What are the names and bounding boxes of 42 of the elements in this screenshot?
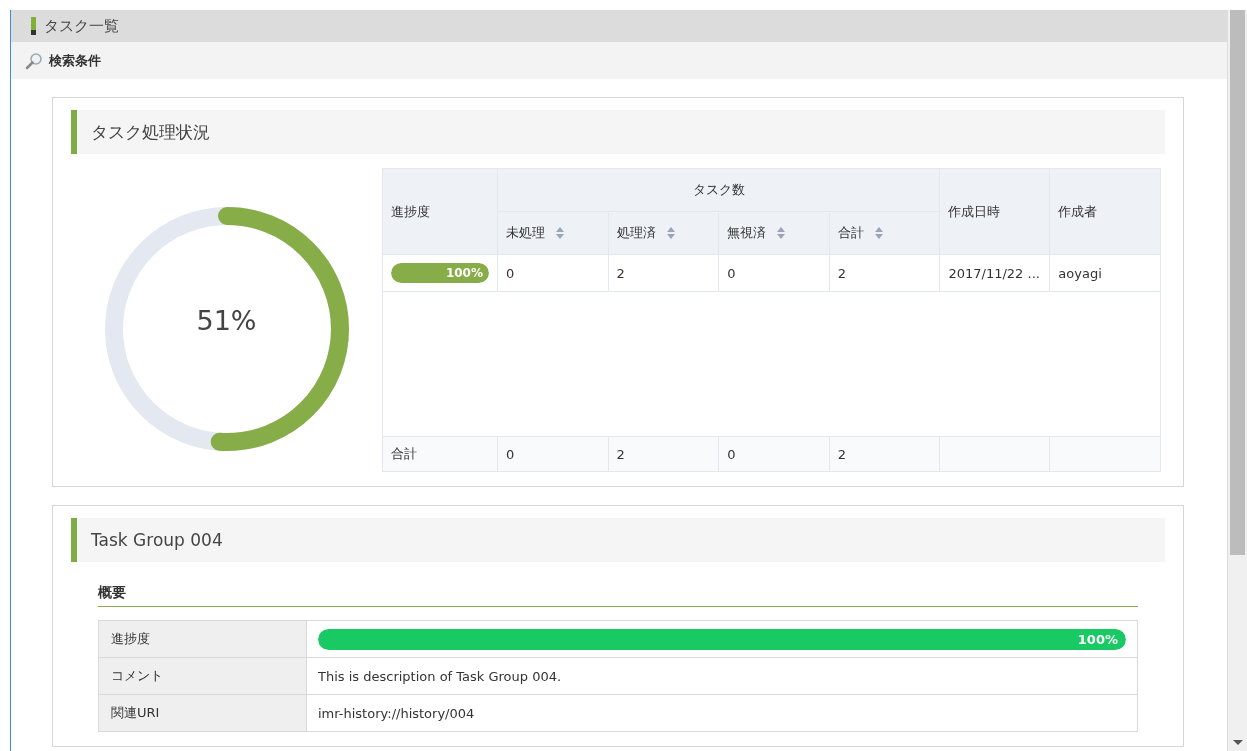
row-label: 関連URI — [98, 694, 307, 732]
table-cell: 0 — [718, 254, 830, 292]
scroll-down-icon[interactable] — [1233, 740, 1243, 745]
column-header[interactable]: 未処理 — [506, 224, 545, 242]
sort-icon[interactable] — [555, 226, 565, 240]
donut-percentage: 51% — [195, 305, 258, 336]
column-header: 進捗度 — [382, 168, 498, 255]
progress-fill: 100% — [318, 628, 1126, 650]
row-value: imr-history://history/004 — [306, 694, 1138, 732]
scrollbar-thumb[interactable] — [1230, 10, 1245, 555]
column-header: 作成者 — [1049, 168, 1161, 255]
table-cell: 2017/11/22 ... — [939, 254, 1050, 292]
row-label: コメント — [98, 657, 307, 695]
table-cell: 0 — [497, 254, 609, 292]
table-cell: 2 — [829, 436, 940, 472]
scrollbar[interactable] — [1227, 10, 1247, 751]
table-cell: 2 — [608, 254, 719, 292]
table-cell: aoyagi — [1049, 254, 1161, 292]
table-cell: 0 — [497, 436, 609, 472]
column-group-header: タスク数 — [497, 168, 940, 212]
progress-fill: 100% — [391, 263, 489, 283]
sort-icon[interactable] — [665, 226, 676, 240]
search-label: 検索条件 — [49, 51, 101, 70]
table-cell: 2 — [608, 436, 719, 472]
sort-icon[interactable] — [776, 226, 787, 240]
table-cell: 0 — [718, 436, 830, 472]
search-bar[interactable]: 検索条件 — [11, 42, 1227, 79]
column-header: 作成日時 — [939, 168, 1050, 255]
table-cell: 合計 — [382, 436, 498, 472]
panel-title: タスク処理状況 — [71, 110, 1165, 154]
section-title: 概要 — [98, 584, 1138, 607]
page-title: タスク一覧 — [44, 16, 119, 36]
column-header[interactable]: 合計 — [837, 224, 864, 242]
search-icon — [25, 51, 43, 70]
panel-title: Task Group 004 — [71, 518, 1165, 562]
sort-icon[interactable] — [873, 226, 884, 240]
row-value: This is description of Task Group 004. — [306, 657, 1138, 695]
column-header[interactable]: 無視済 — [727, 224, 767, 242]
header-mark-icon — [31, 17, 36, 35]
table-cell: 2 — [829, 254, 940, 292]
column-header[interactable]: 処理済 — [616, 224, 656, 242]
row-label: 進捗度 — [98, 620, 307, 658]
